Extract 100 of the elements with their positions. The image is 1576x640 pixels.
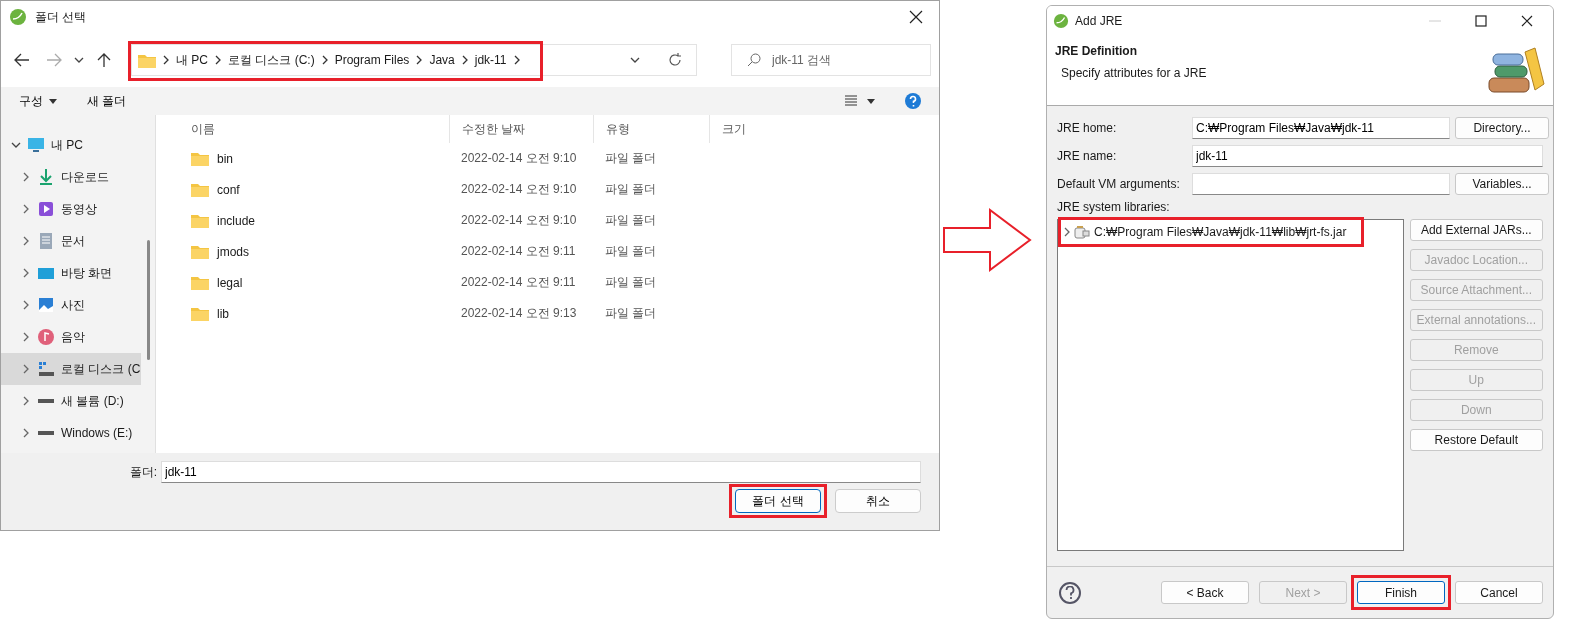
document-icon — [37, 232, 55, 250]
breadcrumb[interactable]: jdk-11 — [474, 53, 507, 67]
table-cell-text: 파일 폴더 — [604, 243, 658, 260]
jar-icon — [1074, 225, 1090, 239]
chevron-icon — [320, 55, 329, 65]
field-label: JRE name: — [1057, 148, 1118, 163]
file-name[interactable]: jmods — [217, 244, 249, 259]
file-name[interactable]: legal — [217, 275, 243, 290]
up-arrow-icon — [97, 52, 111, 68]
dropdown-icon[interactable] — [630, 57, 640, 63]
wizard-button[interactable]: Cancel — [1455, 581, 1543, 604]
text-field[interactable] — [1192, 172, 1450, 195]
dialog-button[interactable]: 취소 — [835, 489, 921, 513]
video-icon — [37, 200, 55, 218]
wizard-button[interactable]: Finish — [1357, 581, 1445, 604]
view-menu-icon[interactable] — [845, 95, 875, 107]
file-name[interactable]: bin — [217, 151, 233, 166]
file-name[interactable]: conf — [217, 182, 240, 197]
sidebar-item[interactable]: Windows (E:) — [1, 417, 141, 449]
chevron-right-icon[interactable] — [21, 236, 31, 246]
chevron-right-icon[interactable] — [21, 364, 31, 374]
refresh-icon[interactable] — [668, 53, 682, 67]
field-label: 폴더: — [129, 463, 157, 481]
folder-field[interactable]: jdk-11 — [161, 461, 921, 483]
file-name[interactable]: lib — [217, 306, 229, 321]
breadcrumb[interactable]: 내 PC — [176, 51, 208, 69]
sidebar-item[interactable]: 새 볼륨 (D:) — [1, 385, 141, 417]
chevron-right-icon[interactable] — [21, 204, 31, 214]
page-title: JRE Definition — [1055, 44, 1138, 58]
dialog-button[interactable]: 폴더 선택 — [735, 489, 821, 513]
table-cell-text: 2022-02-14 오전 9:13 — [460, 305, 578, 322]
chevron-right-icon[interactable] — [1064, 227, 1070, 237]
forward-arrow-icon — [46, 53, 62, 67]
sidebar-item[interactable]: 음악 — [1, 321, 141, 353]
text-field[interactable]: jdk-11 — [1192, 144, 1543, 167]
toolbar-button[interactable]: 새 폴더 — [87, 92, 127, 110]
window-title: 폴더 선택 — [35, 8, 88, 26]
column-header[interactable]: 이름 — [179, 115, 449, 143]
folder-icon — [191, 213, 209, 228]
text-field[interactable]: C:₩Program Files₩Java₩jdk-11 — [1192, 116, 1450, 139]
help-icon[interactable] — [905, 93, 921, 109]
chevron-right-icon[interactable] — [21, 396, 31, 406]
folder-icon — [191, 275, 209, 290]
chevron-icon — [162, 55, 170, 65]
page-subtitle: Specify attributes for a JRE — [1060, 66, 1208, 80]
chevron-icon — [512, 55, 521, 65]
chevron-right-icon[interactable] — [21, 268, 31, 278]
wizard-button[interactable]: < Back — [1161, 581, 1249, 604]
help-button[interactable] — [1059, 581, 1081, 604]
sidebar-item[interactable]: 바탕 화면 — [1, 257, 141, 289]
chevron-right-icon[interactable] — [21, 332, 31, 342]
column-header[interactable]: 크기 — [709, 115, 789, 143]
breadcrumb[interactable]: 로컬 디스크 (C:) — [228, 51, 315, 69]
sidebar-item[interactable]: 문서 — [1, 225, 141, 257]
list-button[interactable]: Restore Default — [1409, 429, 1543, 451]
table-cell-text: 파일 폴더 — [604, 274, 658, 291]
sidebar-item[interactable]: 내 PC — [1, 129, 141, 161]
chevron-down-icon — [630, 57, 640, 63]
sidebar-item[interactable]: 로컬 디스크 (C — [1, 353, 141, 385]
sidebar-item[interactable]: 다운로드 — [1, 161, 141, 193]
sidebar-item[interactable]: 동영상 — [1, 193, 141, 225]
sidebar-item[interactable]: 사진 — [1, 289, 141, 321]
field-button[interactable]: Variables... — [1455, 172, 1549, 195]
search-field[interactable]: jdk-11 검색 — [731, 44, 931, 76]
chevron-down-icon — [74, 57, 84, 63]
table-cell-text: 파일 폴더 — [604, 150, 658, 167]
drive-icon — [37, 399, 55, 403]
field-label: Default VM arguments: — [1057, 176, 1181, 191]
drive-icon — [37, 431, 55, 435]
library-item[interactable]: C:₩Program Files₩Java₩jdk-11₩lib₩jrt-fs.jar — [1064, 223, 1347, 241]
toolbar-button[interactable]: 구성 — [19, 92, 57, 110]
breadcrumb[interactable]: Program Files — [334, 53, 410, 67]
chevron-icon — [415, 55, 424, 65]
maximize-icon — [1475, 15, 1487, 27]
list-button[interactable]: Add External JARs... — [1409, 219, 1543, 241]
books-icon — [1487, 44, 1545, 96]
column-header[interactable]: 유형 — [593, 115, 709, 143]
disk-icon — [37, 360, 55, 378]
chevron-down-icon[interactable] — [11, 140, 21, 150]
file-name[interactable]: include — [217, 213, 256, 228]
chevron-icon — [214, 55, 222, 65]
folder-icon — [191, 244, 209, 259]
breadcrumb[interactable]: Java — [429, 53, 455, 67]
chevron-right-icon[interactable] — [21, 300, 31, 310]
app-icon — [1053, 13, 1069, 29]
folder-icon — [191, 182, 209, 197]
section-label: JRE system libraries: — [1057, 200, 1171, 214]
table-cell-text: 파일 폴더 — [604, 305, 658, 322]
chevron-right-icon[interactable] — [21, 428, 31, 438]
field-button[interactable]: Directory... — [1455, 116, 1549, 139]
chevron-right-icon[interactable] — [21, 172, 31, 182]
table-cell-text: 2022-02-14 오전 9:11 — [460, 274, 577, 291]
photo-icon — [37, 296, 55, 314]
table-cell-text: 2022-02-14 오전 9:10 — [460, 150, 578, 167]
column-header[interactable]: 수정한 날짜 — [449, 115, 593, 143]
close-icon — [909, 10, 923, 24]
table-cell-text: 2022-02-14 오전 9:10 — [460, 212, 578, 229]
scrollbar[interactable] — [147, 240, 150, 360]
arrow-icon — [942, 208, 1032, 272]
table-cell-text: 파일 폴더 — [604, 212, 658, 229]
